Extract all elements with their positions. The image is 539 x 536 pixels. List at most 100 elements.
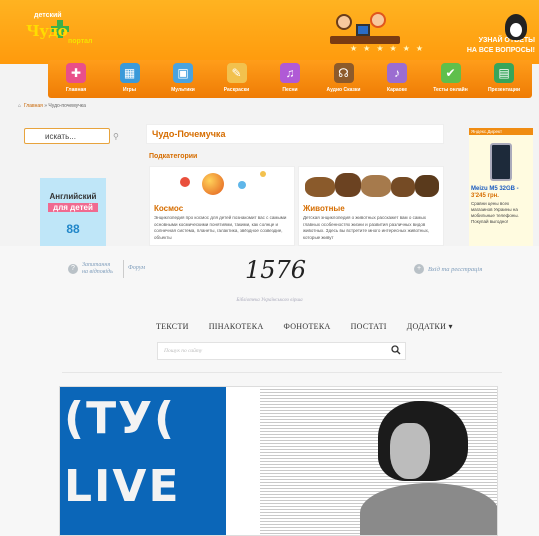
nav-item[interactable]: ☊ Аудио Сказки [322, 60, 366, 98]
card-description: Энциклопедия про космос для детей познак… [154, 215, 287, 240]
poster-text-line-1: (ТУ( [64, 393, 177, 444]
music-icon: ♫ [280, 63, 300, 83]
nav-item-label: Игры [122, 87, 136, 93]
logo-suffix: портал [68, 38, 93, 45]
nav-item[interactable]: ▦ Игры [108, 60, 152, 98]
home-icon[interactable]: ⌂ [18, 103, 21, 109]
tests-icon: ✔ [440, 63, 461, 83]
audio-tales-icon: ☊ [333, 63, 354, 83]
ad-price: 3'245 грн. [471, 193, 499, 199]
space-illustration [150, 167, 294, 201]
featured-poster-image[interactable]: (ТУ( LIVE [59, 386, 498, 536]
breadcrumb-separator: » [44, 103, 48, 109]
site-tagline: Бібліотека Українського вірша [236, 298, 303, 303]
login-link[interactable]: + Вхід та реєстрація [414, 264, 482, 274]
animal-icon [361, 175, 391, 197]
ad-tag: Яндекс.Директ [469, 128, 533, 135]
question-link-text: Запитання на відповідь [82, 262, 113, 276]
nav-item[interactable]: ♪ Караоке [375, 60, 419, 98]
tv-icon: ▣ [173, 63, 193, 83]
search-icon[interactable] [391, 345, 401, 355]
category-card-space[interactable]: Космос Энциклопедия про космос для детей… [149, 166, 295, 246]
search-icon[interactable]: ⚲ [113, 132, 119, 141]
site-logo[interactable]: детский Чудо портал [20, 10, 112, 52]
divider [123, 260, 124, 278]
rocket-icon [238, 181, 246, 189]
star-icon [260, 171, 266, 177]
blocks-icon: ▦ [119, 63, 140, 83]
nav-item-label: Тесты онлайн [433, 87, 468, 93]
nav-item[interactable]: ▤ Презентации [482, 60, 526, 98]
breadcrumb-current: Чудо-почемучка [48, 103, 86, 109]
english-for-kids-ad[interactable]: Английский для детей 88 [40, 178, 106, 246]
ad-line-2: для детей [48, 203, 98, 212]
menu-item[interactable]: ФОНОТЕКА [284, 322, 331, 331]
nav-item[interactable]: ▣ Мультики [161, 60, 205, 98]
menu-item[interactable]: ПІНАКОТЕКА [209, 322, 264, 331]
stacked-screenshots: детский Чудо портал ★★★★★★ УЗНАЙ ОТВЕТЫ … [0, 0, 539, 536]
kids-portal-screenshot: детский Чудо портал ★★★★★★ УЗНАЙ ОТВЕТЫ … [0, 0, 539, 246]
kid-boy-icon [336, 14, 352, 30]
small-planet-icon [180, 177, 190, 187]
menu-item[interactable]: ТЕКСТИ [156, 322, 189, 331]
ad-line-1: Английский [49, 192, 97, 201]
card-description: Детская энциклопедия о животных расскаже… [303, 215, 430, 240]
card-title[interactable]: Животные [299, 201, 443, 213]
desk-shape [330, 36, 400, 44]
puzzle-icon: ✚ [66, 63, 86, 83]
portrait-body [360, 483, 497, 535]
kid-girl-icon [370, 12, 386, 28]
forum-link[interactable]: Форум [128, 265, 145, 271]
question-link[interactable]: ? Запитання на відповідь [68, 262, 113, 276]
breadcrumb-home-link[interactable]: Главная [24, 103, 43, 109]
nav-item-label: Раскраски [223, 87, 250, 93]
computer-icon [356, 24, 370, 36]
poster-text-line-2: LIVE [64, 461, 181, 512]
bear-icon [335, 173, 361, 197]
page-title: Чудо-Почемучка [146, 124, 444, 144]
portrait-face [390, 423, 430, 479]
divider-line [62, 372, 502, 373]
ad-text: Сравни цены всех магазинов Украины на мо… [471, 201, 519, 224]
penguin-mascot-icon [505, 14, 527, 40]
menu-item[interactable]: ДОДАТКИ ▾ [407, 322, 453, 331]
card-title[interactable]: Космос [150, 201, 294, 213]
nav-item-label: Главная [65, 87, 87, 93]
market-ad[interactable]: Яндекс.Директ Meizu M5 32GB - 3'245 грн.… [469, 128, 533, 246]
menu-item[interactable]: ПОСТАТІ [351, 322, 387, 331]
search-input[interactable]: Пошук по сайту [157, 342, 406, 360]
nav-item[interactable]: ✔ Тесты онлайн [429, 60, 473, 98]
nav-item-label: Мультики [171, 87, 195, 93]
nav-item[interactable]: ✚ Главная [54, 60, 98, 98]
ad-product[interactable]: Meizu M5 32GB - [469, 181, 533, 192]
nav-item-label: Аудио Сказки [326, 87, 361, 93]
ad-line-3: 88 [66, 222, 80, 236]
logo-name-part1: Чудо [26, 22, 68, 40]
site-logo[interactable]: 1576 [245, 256, 306, 284]
nav-item[interactable]: ♫ Песни [268, 60, 312, 98]
login-icon: + [414, 264, 424, 274]
main-nav: ✚ Главная ▦ Игры ▣ Мультики ✎ Раскраски ♫ Песни ☊ А… [48, 60, 532, 98]
main-menu: ТЕКСТИ ПІНАКОТЕКА ФОНОТЕКА ПОСТАТІ ДОДАТКИ ▾ [156, 322, 453, 331]
stars-decoration: ★★★★★★ [350, 44, 430, 53]
bear-icon [391, 177, 415, 197]
question-icon: ? [68, 264, 78, 274]
category-card-animals[interactable]: Животные Детская энциклопедия о животных… [298, 166, 444, 246]
presentation-icon: ▤ [494, 63, 514, 83]
karaoke-icon: ♪ [387, 63, 407, 83]
search-input[interactable]: искать... [24, 128, 110, 144]
breadcrumb: ⌂ Главная » Чудо-почемучка [18, 103, 86, 109]
logo-prefix: детский [34, 12, 62, 19]
login-link-text: Вхід та реєстрація [428, 265, 483, 273]
site-header: детский Чудо портал ★★★★★★ УЗНАЙ ОТВЕТЫ … [0, 0, 539, 64]
bear-icon [415, 175, 439, 197]
logo-name: Чудо [26, 22, 68, 40]
slogan-line-2: НА ВСЕ ВОПРОСЫ! [466, 47, 535, 54]
phone-icon [490, 143, 512, 181]
subcategories-heading: Подкатегории [149, 153, 198, 160]
nav-item-label: Песни [282, 87, 298, 93]
poetry-library-screenshot: ? Запитання на відповідь Форум 1576 + Вх… [0, 246, 539, 536]
nav-item-label: Презентации [487, 87, 521, 93]
bear-icon [305, 177, 335, 197]
nav-item[interactable]: ✎ Раскраски [215, 60, 259, 98]
